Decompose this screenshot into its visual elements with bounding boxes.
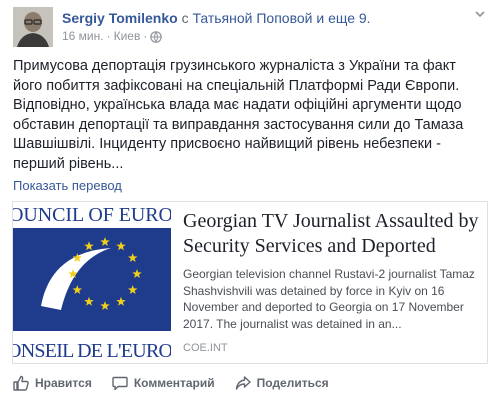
post-location[interactable]: Киев: [114, 29, 141, 44]
tagged-people[interactable]: Татьяной Поповой и еще 9.: [192, 10, 370, 26]
comment-label: Комментарий: [133, 376, 215, 390]
logo-blue-square: [13, 228, 171, 331]
card-description: Georgian television channel Rustavi-2 jo…: [183, 267, 475, 331]
author-name[interactable]: Sergiy Tomilenko: [62, 10, 178, 26]
meta-separator: ·: [143, 29, 148, 43]
council-of-europe-logo: OUNCIL OF EURO ONSEIL DE L'EURO: [13, 202, 171, 363]
action-bar: Нравится Комментарий Поделиться: [13, 374, 487, 392]
comment-button[interactable]: Комментарий: [112, 374, 215, 392]
comment-icon: [112, 376, 128, 391]
like-button[interactable]: Нравится: [13, 374, 92, 392]
post-time[interactable]: 16 мин.: [62, 29, 104, 44]
post-meta: 16 мин. · Киев ·: [62, 29, 163, 44]
chevron-down-icon[interactable]: [473, 7, 487, 21]
post-text: Примусова депортація грузинського журнал…: [13, 58, 464, 172]
translate-link[interactable]: Показать перевод: [13, 178, 122, 194]
link-preview-card[interactable]: OUNCIL OF EURO ONSEIL DE L'EURO Georgian…: [12, 201, 488, 364]
share-button[interactable]: Поделиться: [235, 374, 329, 392]
post-header: Sergiy Tomilenko с Татьяной Поповой и ещ…: [13, 7, 487, 47]
author-line: Sergiy Tomilenko с Татьяной Поповой и ещ…: [62, 10, 371, 27]
with-word: с: [181, 10, 189, 26]
card-title[interactable]: Georgian TV Journalist Assaulted by Secu…: [183, 209, 481, 259]
share-label: Поделиться: [256, 376, 329, 390]
audience-icon[interactable]: [150, 30, 163, 43]
logo-text-bottom: ONSEIL DE L'EURO: [13, 340, 171, 362]
thumbs-up-icon: [13, 375, 29, 391]
like-label: Нравится: [35, 376, 92, 390]
logo-text-top: OUNCIL OF EURO: [13, 204, 171, 226]
meta-separator: ·: [106, 29, 111, 43]
card-body: Georgian TV Journalist Assaulted by Secu…: [183, 209, 481, 355]
card-source: COE.INT: [183, 342, 228, 354]
avatar[interactable]: [13, 7, 53, 47]
share-icon: [235, 376, 251, 390]
